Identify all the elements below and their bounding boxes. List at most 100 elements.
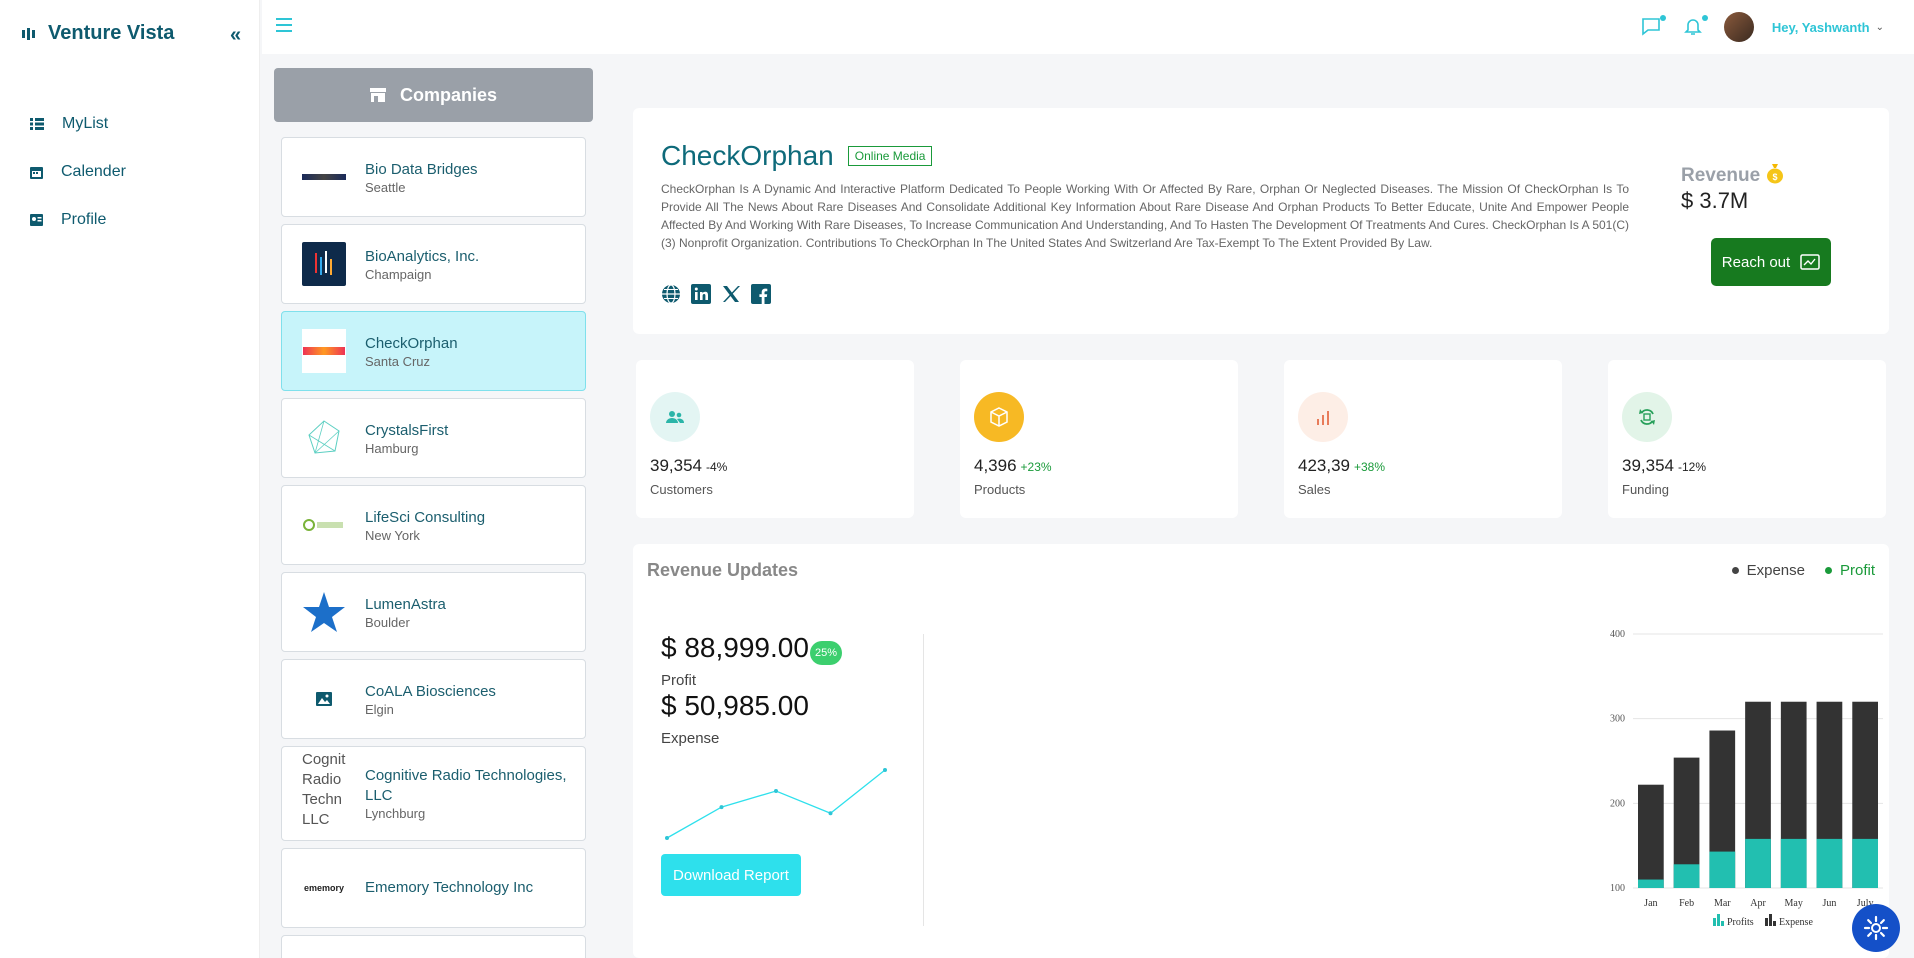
company-name: CheckOrphan — [661, 140, 834, 171]
sparkline — [665, 768, 887, 840]
x-icon[interactable] — [721, 284, 741, 304]
social-links — [661, 284, 771, 304]
avatar[interactable] — [1723, 12, 1754, 42]
company-item[interactable]: BioAnalytics, Inc. Champaign — [281, 224, 586, 304]
company-profile-card: CheckOrphan Online Media CheckOrphan Is … — [633, 108, 1889, 334]
sparkline-point — [828, 811, 833, 816]
legend-expense[interactable]: Expense — [1731, 562, 1805, 579]
x-tick-label: Mar — [1714, 898, 1731, 909]
company-item[interactable]: CoALA Biosciences Elgin — [281, 659, 586, 739]
sidebar-item-calender[interactable]: Calender — [30, 148, 126, 196]
company-item[interactable]: ememоry Ememory Technology Inc — [281, 848, 586, 928]
company-item[interactable]: Bio Data Bridges Seattle — [281, 137, 586, 217]
companies-title: Companies — [399, 84, 498, 105]
company-name: BioAnalytics, Inc. — [365, 247, 480, 265]
facebook-icon[interactable] — [751, 284, 771, 304]
company-name: Ememory Technology Inc — [365, 879, 534, 896]
stat-card-products: 4,396 +23% Products — [960, 360, 1238, 518]
sidebar-item-mylist[interactable]: MyList — [30, 100, 126, 148]
download-report-button[interactable]: Download Report — [661, 854, 801, 896]
stat-label: Products — [974, 482, 1026, 497]
y-tick-label: 200 — [1610, 798, 1625, 809]
x-tick-label: Feb — [1679, 898, 1694, 909]
x-tick-label: Apr — [1750, 898, 1766, 909]
revenue-bar-chart: 100200300400Jan Feb Mar Apr May Jun JulyProfit… — [1610, 629, 1883, 928]
company-city: Seattle — [365, 179, 406, 195]
y-tick-label: 400 — [1610, 629, 1625, 640]
collapse-sidebar-icon[interactable]: « — [230, 24, 241, 47]
sidebar-item-label: Profile — [61, 211, 107, 228]
company-item[interactable]: Cognit Radio Techn LLC Cognitive Radio T… — [281, 746, 586, 841]
company-city: Elgin — [365, 701, 394, 717]
legend-swatch — [1721, 921, 1724, 926]
sidebar-item-profile[interactable]: Profile — [30, 196, 126, 244]
store-icon — [369, 88, 386, 102]
reach-out-button[interactable]: Reach out — [1711, 238, 1831, 286]
chevron-down-icon[interactable]: ⌄ — [1876, 22, 1884, 33]
company-logo: ememоry — [303, 883, 345, 893]
x-tick-label: May — [1785, 898, 1803, 909]
company-description: CheckOrphan Is A Dynamic And Interactive… — [661, 182, 1629, 250]
bar-profit — [1673, 864, 1700, 888]
topbar-actions: Hey, Yashwanth ⌄ — [1640, 12, 1884, 42]
legend-label: Profits — [1727, 917, 1754, 928]
company-list: Bio Data Bridges Seattle BioAnalytics, In… — [281, 137, 586, 958]
legend-swatch — [1713, 918, 1716, 926]
revenue-updates-title: Revenue Updates — [647, 560, 799, 580]
legend: Expense Profit — [1731, 562, 1875, 579]
company-city: Boulder — [365, 614, 410, 630]
topbar: Hey, Yashwanth ⌄ — [262, 0, 1914, 54]
linkedin-icon[interactable] — [691, 284, 711, 304]
companies-header[interactable]: Companies — [274, 68, 593, 122]
stat-value: 423,39 +38% — [1298, 456, 1386, 475]
bar-profit — [1638, 879, 1664, 888]
settings-gear-button[interactable] — [1852, 904, 1900, 952]
legend-swatch — [1717, 914, 1720, 926]
brand[interactable]: Venture Vista — [22, 22, 174, 45]
revenue-label: Revenue $ — [1681, 162, 1785, 187]
company-logo: Cognit Radio Techn LLC — [302, 750, 346, 828]
refresh-icon — [1622, 392, 1672, 442]
company-item[interactable]: CrystalsFirst Hamburg — [281, 398, 586, 478]
company-logo — [302, 155, 346, 199]
company-item[interactable]: CheckOrphan Santa Cruz — [281, 311, 586, 391]
messages-icon[interactable] — [1640, 15, 1666, 39]
brand-name: Venture Vista — [48, 22, 175, 44]
sidebar: Venture Vista « MyList Calender Profile — [0, 0, 260, 958]
calendar-icon — [30, 166, 43, 179]
sparkline-line — [666, 769, 886, 839]
company-city: Hamburg — [365, 440, 419, 456]
company-city: Lynchburg — [365, 806, 426, 821]
sidebar-item-label: MyList — [62, 115, 109, 132]
stat-label: Customers — [650, 482, 713, 497]
company-item[interactable]: LifeSci Consulting New York — [281, 485, 586, 565]
money-bag-icon: $ — [1767, 164, 1784, 184]
gear-icon — [1863, 915, 1889, 941]
notifications-icon[interactable] — [1682, 15, 1708, 39]
stat-card-sales: 423,39 +38% Sales — [1284, 360, 1562, 518]
company-name: CoALA Biosciences — [365, 682, 496, 700]
stat-label: Sales — [1298, 482, 1331, 497]
company-logo — [302, 329, 346, 373]
menu-toggle-icon[interactable] — [276, 18, 292, 36]
legend-profit[interactable]: Profit — [1824, 562, 1875, 579]
x-tick-label: Jun — [1822, 898, 1836, 909]
legend-swatch — [1769, 914, 1772, 926]
bar-profit — [1816, 838, 1843, 888]
svg-text:$: $ — [1773, 172, 1778, 182]
x-tick-label: Jan — [1644, 898, 1657, 909]
profit-badge: 25% — [810, 641, 843, 665]
globe-icon[interactable] — [661, 284, 681, 304]
company-logo — [302, 416, 346, 460]
bar-chart-icon — [1298, 392, 1348, 442]
company-city: New York — [365, 527, 420, 543]
company-name: LumenAstra — [365, 595, 446, 613]
user-greeting[interactable]: Hey, Yashwanth — [1772, 20, 1870, 35]
company-name: Bio Data Bridges — [365, 160, 478, 178]
company-item[interactable]: LumenAstra Boulder — [281, 572, 586, 652]
customers-icon — [650, 392, 700, 442]
company-city: Santa Cruz — [365, 353, 431, 369]
company-item[interactable] — [281, 935, 586, 958]
revenue-value: $ 3.7M — [1681, 188, 1749, 213]
company-city: Champaign — [365, 266, 432, 282]
